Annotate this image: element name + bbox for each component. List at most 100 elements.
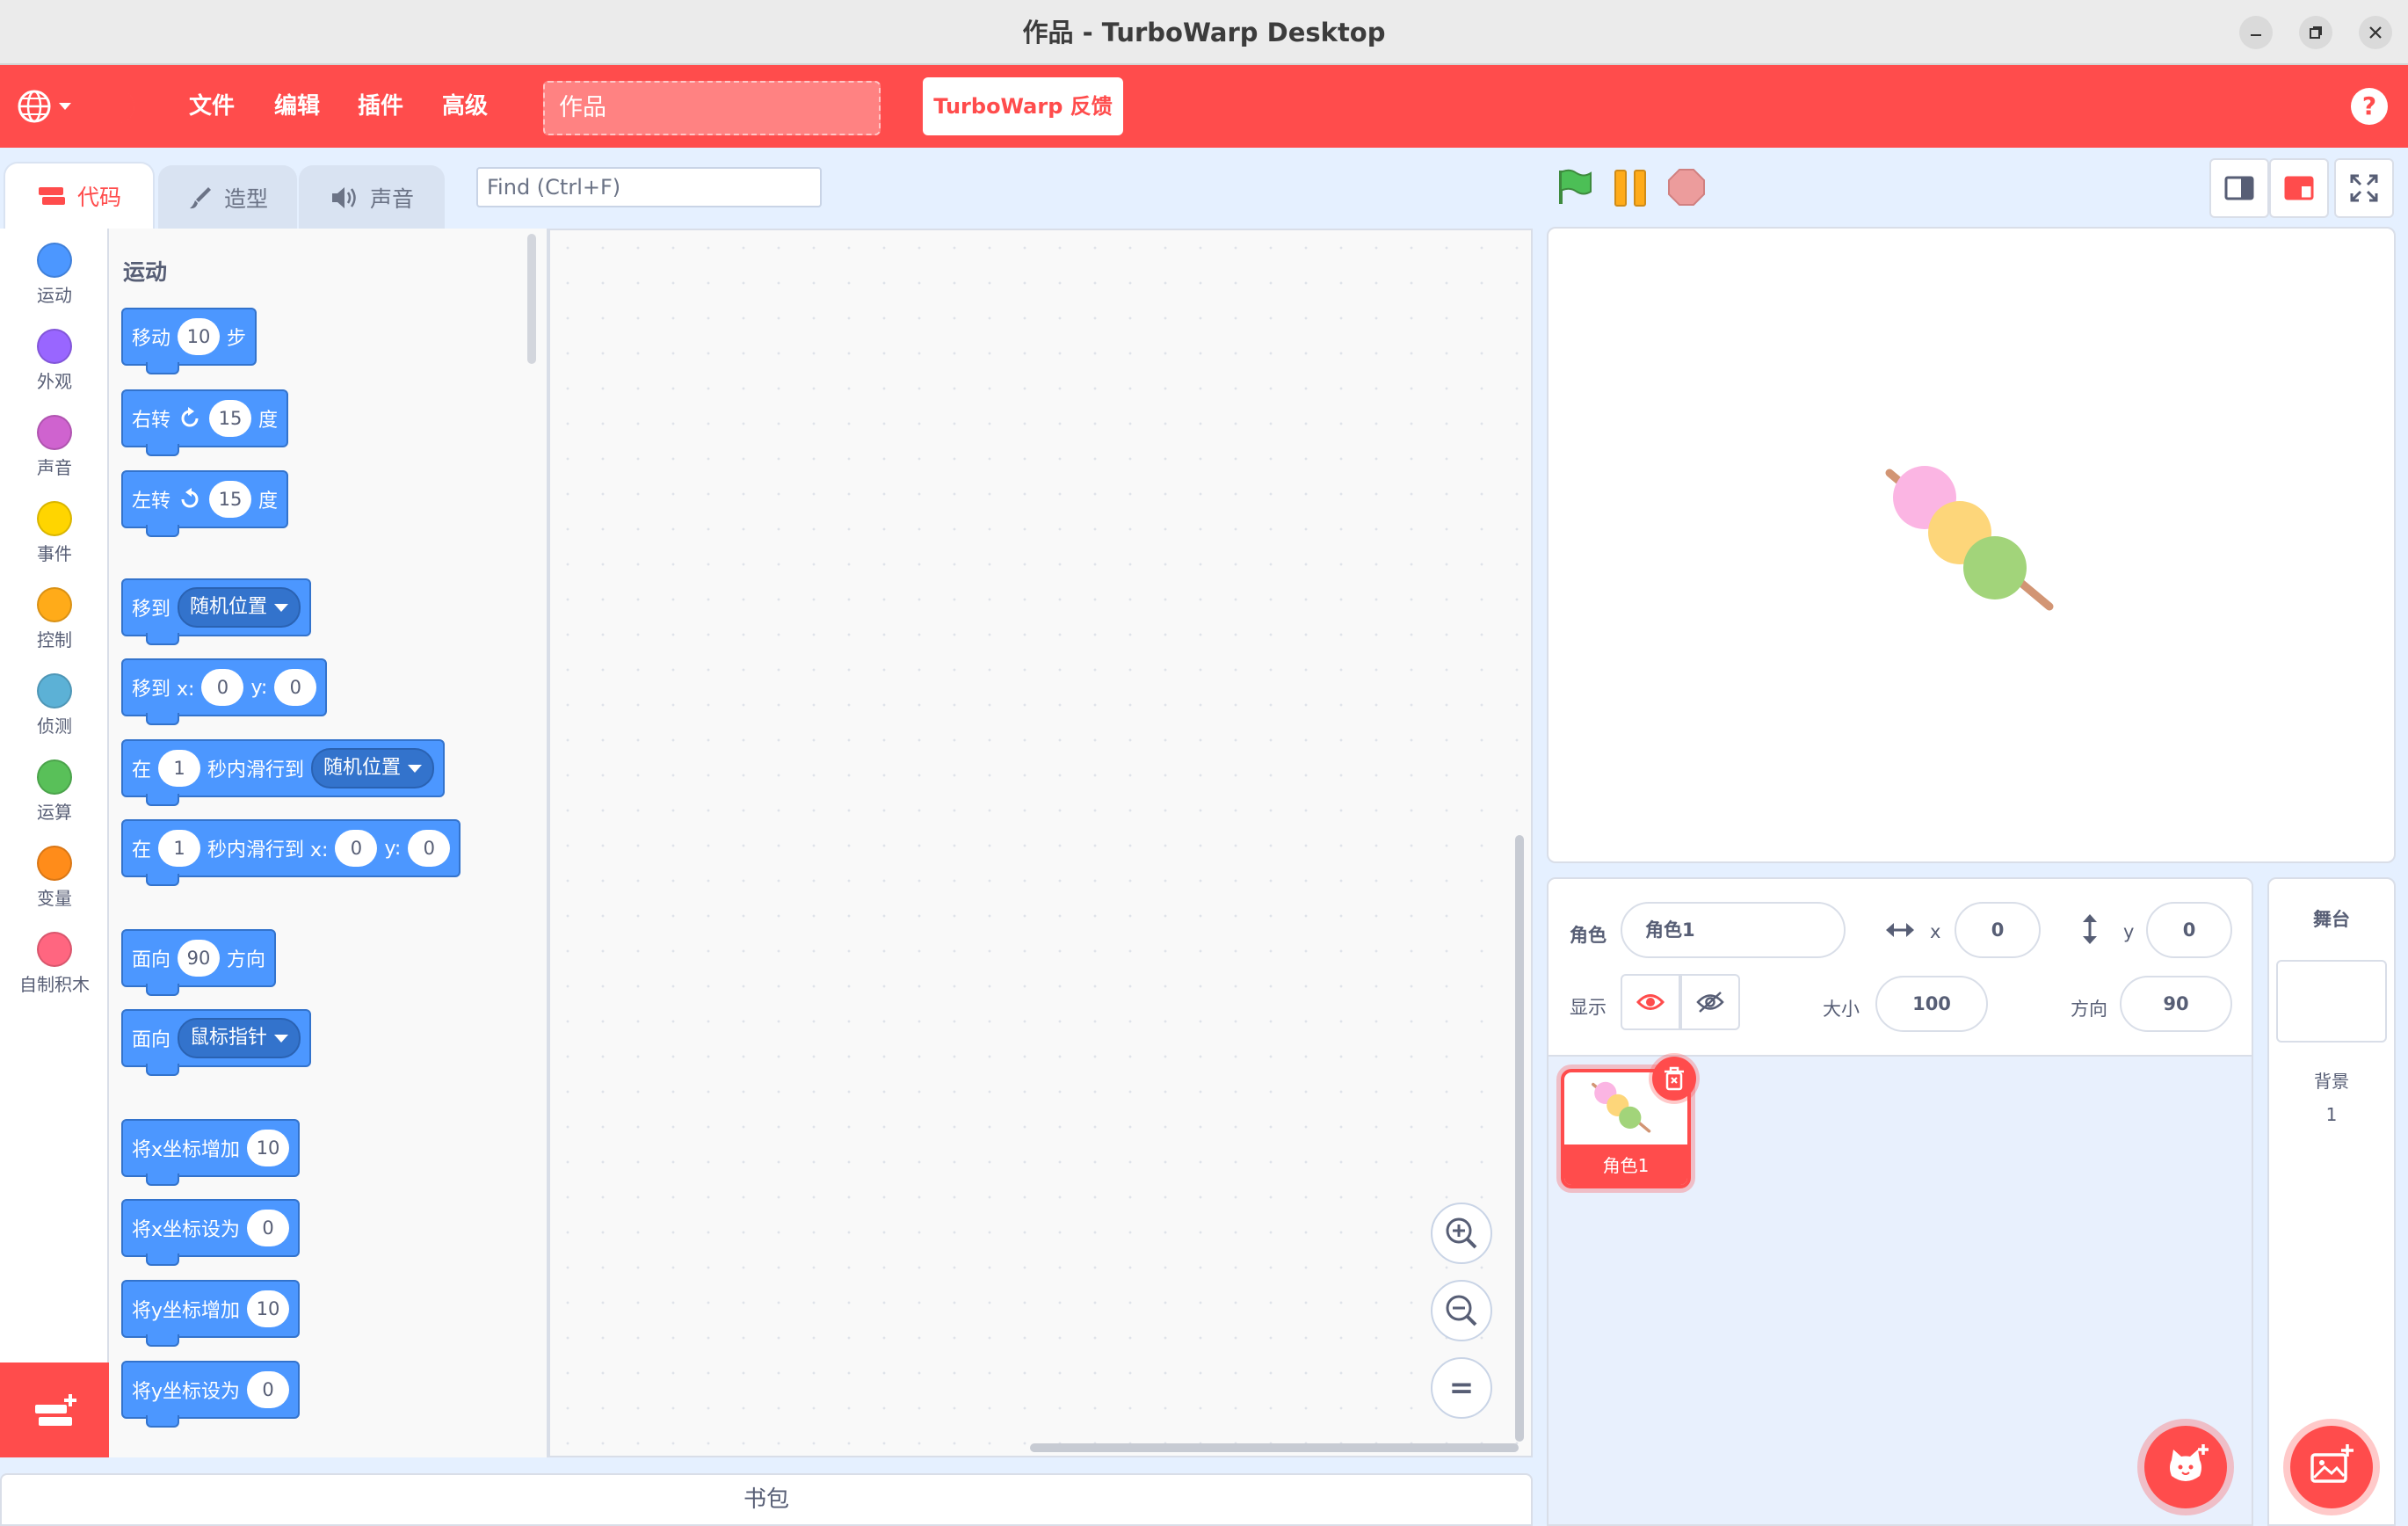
tab-code-label: 代码 (76, 185, 121, 210)
find-input[interactable]: Find (Ctrl+F) (476, 167, 822, 207)
category-motion[interactable]: 运动 (0, 234, 109, 320)
direction-input[interactable]: 90 (2120, 976, 2232, 1032)
tab-sounds[interactable]: 声音 (299, 165, 445, 229)
menu-file[interactable]: 文件 (189, 65, 235, 148)
hide-sprite-button[interactable] (1680, 974, 1740, 1030)
block-goto[interactable]: 移到 随机位置 (121, 578, 312, 645)
category-sensing[interactable]: 侦测 (0, 665, 109, 751)
block-number-input[interactable]: 0 (201, 669, 244, 706)
block-number-input[interactable]: 10 (247, 1130, 290, 1166)
eye-icon (1636, 994, 1665, 1010)
block-number-input[interactable]: 15 (209, 481, 252, 518)
block-number-input[interactable]: 0 (408, 830, 451, 867)
category-variables[interactable]: 变量 (0, 837, 109, 923)
rotate-left-icon (181, 488, 199, 508)
zoom-in-button[interactable] (1431, 1203, 1492, 1264)
window-title: 作品 - TurboWarp Desktop (1022, 18, 1386, 47)
help-button[interactable]: ? (2351, 88, 2388, 125)
theme-toggle[interactable] (107, 86, 142, 127)
block-number-input[interactable]: 0 (274, 669, 317, 706)
category-control[interactable]: 控制 (0, 578, 109, 665)
block-point-direction[interactable]: 面向 90 方向 (121, 929, 277, 996)
pause-button[interactable] (1612, 169, 1650, 207)
block-set-y[interactable]: 将y坐标设为 0 (121, 1361, 301, 1428)
sprite-name-input[interactable]: 角色1 (1621, 902, 1846, 958)
block-text: 移动 (132, 328, 171, 350)
project-title-input[interactable]: 作品 (543, 81, 881, 135)
block-number-input[interactable]: 1 (158, 830, 201, 867)
category-events[interactable]: 事件 (0, 492, 109, 578)
block-move-steps[interactable]: 移动 10 步 (121, 308, 257, 374)
block-number-input[interactable]: 0 (247, 1210, 290, 1246)
add-sprite-button[interactable] (2144, 1426, 2227, 1508)
block-set-x[interactable]: 将x坐标设为 0 (121, 1199, 301, 1266)
block-goto-xy[interactable]: 移到 x: 0 y: 0 (121, 658, 328, 725)
block-number-input[interactable]: 10 (178, 318, 221, 355)
category-my-blocks[interactable]: 自制积木 (0, 923, 109, 1009)
block-dropdown[interactable]: 随机位置 (178, 587, 301, 628)
block-point-towards[interactable]: 面向 鼠标指针 (121, 1009, 312, 1076)
delete-sprite-button[interactable] (1652, 1057, 1696, 1101)
fullscreen-button[interactable] (2334, 158, 2394, 218)
tab-costumes[interactable]: 造型 (158, 165, 297, 229)
block-text: 将x坐标设为 (132, 1219, 241, 1241)
size-input[interactable]: 100 (1875, 976, 1988, 1032)
block-turn-left[interactable]: 左转 15 度 (121, 470, 289, 537)
category-sound[interactable]: 声音 (0, 406, 109, 492)
category-dot (37, 329, 72, 364)
block-dropdown[interactable]: 鼠标指针 (178, 1018, 301, 1058)
zoom-reset-button[interactable]: = (1431, 1357, 1492, 1419)
category-label: 运动 (37, 285, 72, 306)
block-text: 秒内滑行到 x: (207, 839, 329, 861)
block-number-input[interactable]: 0 (335, 830, 378, 867)
stage-selector[interactable]: 舞台 背景 1 (2267, 877, 2396, 1526)
x-input[interactable]: 0 (1955, 902, 2041, 958)
y-input[interactable]: 0 (2146, 902, 2232, 958)
block-dropdown[interactable]: 随机位置 (311, 748, 435, 788)
workspace-horizontal-scrollbar[interactable] (1030, 1443, 1519, 1452)
menu-advanced[interactable]: 高级 (442, 65, 488, 148)
category-looks[interactable]: 外观 (0, 320, 109, 406)
block-text: 移到 (132, 599, 171, 621)
block-number-input[interactable]: 0 (247, 1371, 290, 1408)
small-stage-button[interactable] (2209, 158, 2269, 218)
block-turn-right[interactable]: 右转 15 度 (121, 389, 289, 456)
language-menu[interactable] (16, 88, 72, 125)
block-number-input[interactable]: 90 (178, 940, 221, 977)
block-glide[interactable]: 在 1 秒内滑行到 随机位置 (121, 739, 446, 806)
stage-canvas[interactable] (1547, 227, 2396, 863)
large-stage-icon (2284, 176, 2314, 200)
block-dropdown-value: 随机位置 (190, 596, 268, 618)
block-change-x[interactable]: 将x坐标增加 10 (121, 1119, 301, 1186)
block-glide-xy[interactable]: 在 1 秒内滑行到 x: 0 y: 0 (121, 819, 461, 886)
green-flag-button[interactable] (1554, 167, 1594, 207)
block-change-y[interactable]: 将y坐标增加 10 (121, 1280, 301, 1347)
feedback-button[interactable]: TurboWarp 反馈 (923, 77, 1123, 135)
category-dot (37, 501, 72, 536)
add-backdrop-button[interactable] (2290, 1426, 2373, 1508)
zoom-out-button[interactable] (1431, 1280, 1492, 1341)
stop-button[interactable] (1666, 167, 1707, 207)
show-sprite-button[interactable] (1621, 974, 1680, 1030)
category-operators[interactable]: 运算 (0, 751, 109, 837)
backpack[interactable]: 书包 (0, 1473, 1533, 1526)
block-number-input[interactable]: 1 (158, 750, 201, 787)
block-number-input[interactable]: 10 (247, 1290, 290, 1327)
backdrop-thumbnail[interactable] (2276, 960, 2387, 1043)
restore-button[interactable] (2299, 16, 2332, 49)
menu-edit[interactable]: 编辑 (274, 65, 320, 148)
backdrops-count: 1 (2325, 1104, 2338, 1125)
block-number-input[interactable]: 15 (209, 400, 252, 437)
add-extension-button[interactable] (0, 1362, 109, 1457)
large-stage-button[interactable] (2269, 158, 2329, 218)
restore-icon (2310, 26, 2322, 39)
palette-scrollbar[interactable] (527, 234, 536, 364)
script-workspace[interactable] (548, 229, 1533, 1457)
minimize-button[interactable] (2239, 16, 2273, 49)
menu-addons[interactable]: 插件 (358, 65, 403, 148)
sprite-thumbnail-icon (1592, 1081, 1651, 1133)
close-icon (2369, 26, 2382, 39)
close-window-button[interactable] (2359, 16, 2392, 49)
workspace-vertical-scrollbar[interactable] (1515, 835, 1524, 1442)
tab-code[interactable]: 代码 (4, 162, 155, 229)
